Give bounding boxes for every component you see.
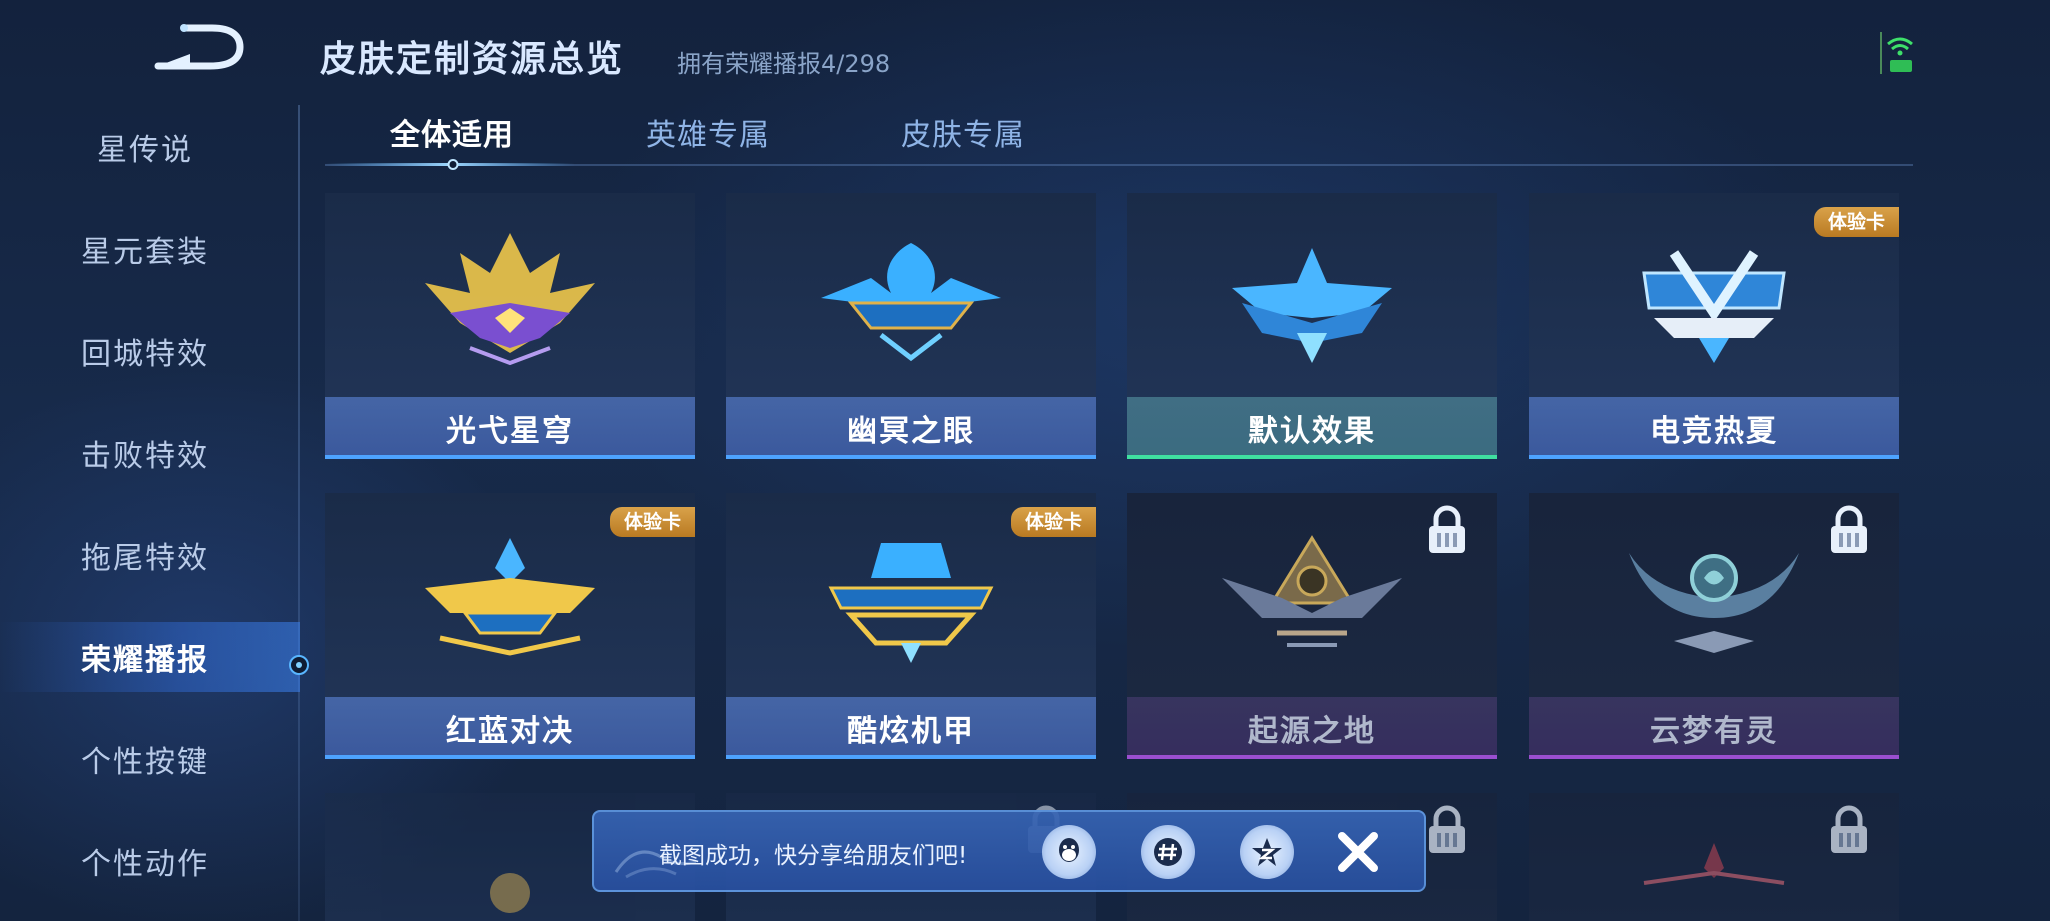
trial-card-badge: 体验卡 bbox=[609, 507, 695, 537]
sidebar-active-indicator bbox=[289, 655, 309, 675]
sidebar-item-trail-effect[interactable]: 拖尾特效 bbox=[0, 520, 300, 590]
back-arrow-icon[interactable] bbox=[150, 22, 250, 72]
emblem-icon bbox=[1642, 250, 1786, 363]
qq-icon bbox=[1059, 838, 1079, 862]
emblem-icon bbox=[828, 543, 994, 663]
lock-icon bbox=[1429, 805, 1465, 853]
toast-message: 截图成功，快分享给朋友们吧! bbox=[659, 843, 968, 869]
card-label: 酷炫机甲 bbox=[847, 714, 975, 749]
card-bottom-line bbox=[1127, 755, 1497, 759]
ownership-count: 拥有荣耀播报4/298 bbox=[677, 50, 891, 78]
sidebar-item-star-legend[interactable]: 星传说 bbox=[0, 112, 300, 182]
trial-card-badge: 体验卡 bbox=[1010, 507, 1096, 537]
sidebar-item-star-suit[interactable]: 星元套装 bbox=[0, 214, 300, 284]
emblem-icon bbox=[1222, 535, 1402, 647]
card-label: 默认效果 bbox=[1248, 414, 1376, 449]
screenshot-share-toast: 截图成功，快分享给朋友们吧! bbox=[592, 810, 1426, 892]
wifi-signal-icon bbox=[1880, 32, 1913, 74]
share-qq-button[interactable] bbox=[1042, 825, 1096, 879]
card-bottom-line bbox=[1127, 455, 1497, 459]
emblem-icon bbox=[1643, 843, 1785, 885]
star-share-icon bbox=[1252, 838, 1282, 866]
tab-skin-exclusive[interactable]: 皮肤专属 bbox=[838, 110, 1088, 154]
tab-active-underline bbox=[325, 159, 575, 170]
card-default-effect[interactable]: 默认效果 bbox=[1127, 193, 1497, 459]
card-youming-zhiyan[interactable]: 幽冥之眼 bbox=[726, 193, 1096, 459]
card-label: 幽冥之眼 bbox=[847, 414, 975, 449]
sidebar-item-recall-effect[interactable]: 回城特效 bbox=[0, 316, 300, 386]
card-label: 电竞热夏 bbox=[1650, 414, 1778, 449]
card-label: 云梦有灵 bbox=[1650, 714, 1778, 749]
sidebar-item-custom-buttons[interactable]: 个性按键 bbox=[0, 724, 300, 794]
card-bottom-line bbox=[1529, 455, 1899, 459]
card-row3-4[interactable] bbox=[1529, 793, 1899, 921]
card-dianjing-rexia[interactable]: 体验卡 电竞热夏 bbox=[1529, 193, 1899, 459]
emblem-icon bbox=[490, 873, 530, 913]
card-bottom-line bbox=[726, 755, 1096, 759]
emblem-icon bbox=[821, 243, 1001, 362]
card-yunmeng-youling[interactable]: 云梦有灵 bbox=[1529, 493, 1899, 759]
card-bottom-line bbox=[1529, 755, 1899, 759]
card-guangyi-xingqiong[interactable]: 光弋星穹 bbox=[325, 193, 695, 459]
lock-icon bbox=[1831, 805, 1867, 853]
card-bottom-line bbox=[325, 755, 695, 759]
close-icon[interactable] bbox=[1334, 828, 1382, 876]
share-star-button[interactable] bbox=[1240, 825, 1294, 879]
card-label: 光弋星穹 bbox=[446, 414, 574, 449]
tab-hero-exclusive[interactable]: 英雄专属 bbox=[583, 110, 833, 154]
lock-icon bbox=[1429, 505, 1465, 553]
card-bottom-line bbox=[325, 455, 695, 459]
card-qiyuan-zhidi[interactable]: 起源之地 bbox=[1127, 493, 1497, 759]
page-title: 皮肤定制资源总览 bbox=[320, 39, 625, 80]
card-label: 红蓝对决 bbox=[446, 714, 574, 749]
hashtag-icon bbox=[1154, 838, 1182, 866]
emblem-icon bbox=[1629, 553, 1799, 653]
sidebar-item-glory-broadcast[interactable]: 荣耀播报 bbox=[0, 622, 300, 692]
card-bottom-line bbox=[726, 455, 1096, 459]
tab-bar: 全体适用 英雄专属 皮肤专属 bbox=[325, 110, 1913, 166]
emblem-icon bbox=[425, 233, 595, 366]
emblem-icon bbox=[425, 538, 595, 656]
lock-icon bbox=[1831, 505, 1867, 553]
card-kuxuan-jijia[interactable]: 体验卡 酷炫机甲 bbox=[726, 493, 1096, 759]
trial-card-badge: 体验卡 bbox=[1813, 207, 1899, 237]
tab-universal[interactable]: 全体适用 bbox=[327, 110, 577, 154]
card-label: 起源之地 bbox=[1248, 714, 1376, 749]
card-honglan-duijue[interactable]: 体验卡 红蓝对决 bbox=[325, 493, 695, 759]
sidebar-item-kill-effect[interactable]: 击败特效 bbox=[0, 418, 300, 488]
share-topic-button[interactable] bbox=[1141, 825, 1195, 879]
emblem-icon bbox=[1232, 248, 1392, 363]
sidebar-item-custom-actions[interactable]: 个性动作 bbox=[0, 826, 300, 896]
